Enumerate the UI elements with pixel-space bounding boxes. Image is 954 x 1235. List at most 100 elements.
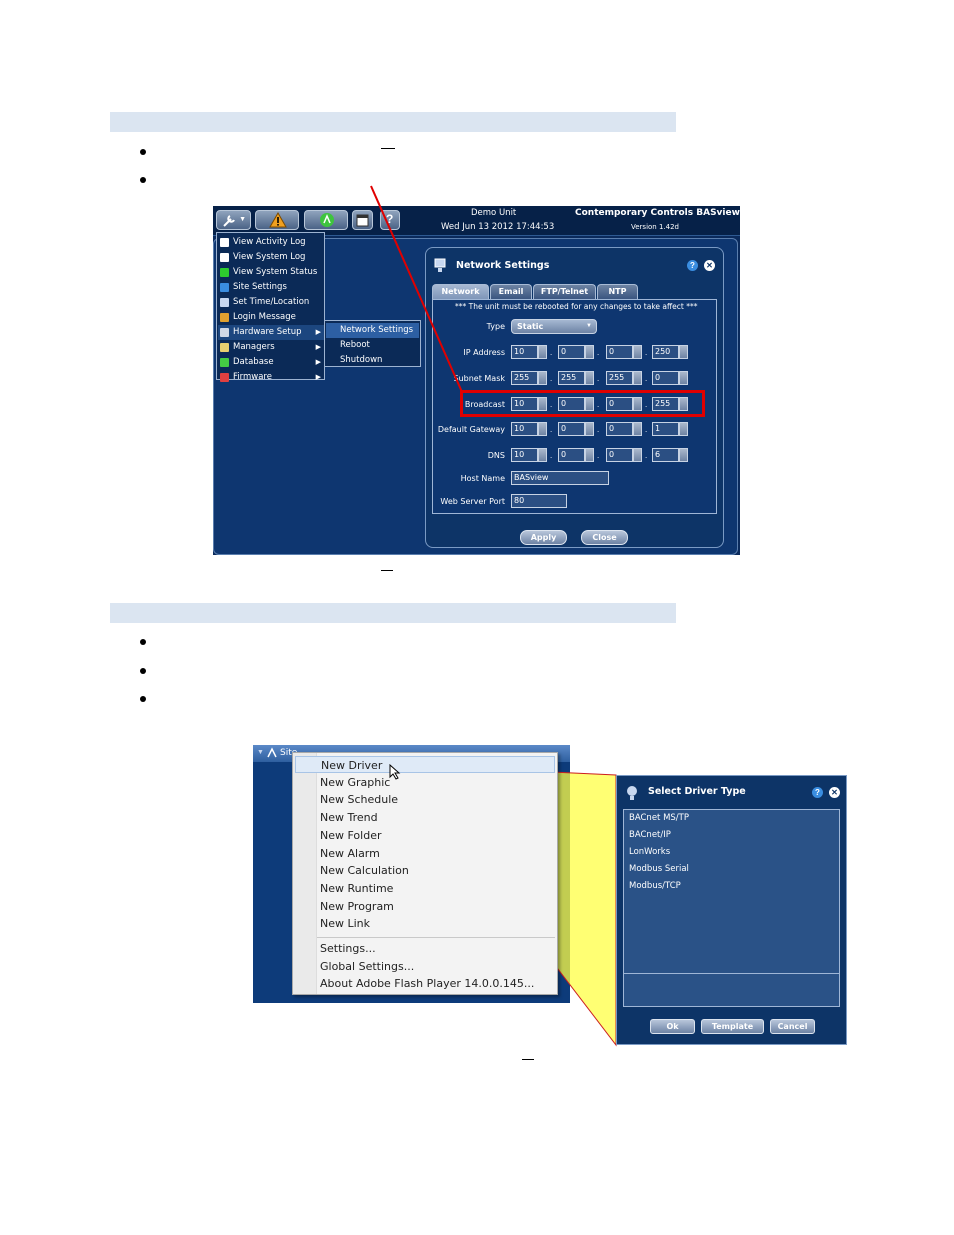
octet-stepper[interactable] bbox=[538, 371, 547, 385]
network-button[interactable] bbox=[304, 210, 348, 230]
tools-button[interactable]: ▼ bbox=[216, 210, 251, 230]
driver-type-option[interactable]: LonWorks bbox=[629, 847, 670, 857]
expand-icon[interactable]: ▼ bbox=[257, 749, 264, 756]
template-button[interactable]: Template bbox=[701, 1019, 764, 1034]
ip-row-label: Subnet Mask bbox=[453, 374, 505, 383]
tab-ntp[interactable]: NTP bbox=[597, 284, 638, 299]
context-menu-item[interactable]: New Schedule bbox=[295, 791, 555, 808]
tools-menu-item[interactable]: View System Log bbox=[218, 250, 324, 265]
help-icon[interactable]: ? bbox=[812, 787, 823, 798]
alarms-button[interactable] bbox=[255, 210, 299, 230]
octet-stepper[interactable] bbox=[633, 448, 642, 462]
octet-input[interactable]: 10 bbox=[511, 448, 538, 462]
calendar-button[interactable] bbox=[352, 210, 373, 230]
tools-menu-item[interactable]: View System Status bbox=[218, 265, 324, 280]
driver-type-option[interactable]: BACnet MS/TP bbox=[629, 813, 689, 823]
help-icon[interactable]: ? bbox=[687, 260, 698, 271]
context-menu-item[interactable]: About Adobe Flash Player 14.0.0.145... bbox=[295, 975, 555, 992]
submenu-shutdown[interactable]: Shutdown bbox=[326, 353, 419, 368]
octet-input[interactable]: 6 bbox=[652, 448, 679, 462]
broadcast-highlight-box bbox=[460, 390, 705, 417]
octet-stepper[interactable] bbox=[633, 422, 642, 436]
octet-stepper[interactable] bbox=[679, 422, 688, 436]
close-icon[interactable]: ✕ bbox=[829, 787, 840, 798]
tools-menu-item[interactable]: Managers ▶ bbox=[218, 340, 324, 355]
tools-menu-item[interactable]: Site Settings bbox=[218, 280, 324, 295]
tools-menu-item-label: Set Time/Location bbox=[233, 297, 310, 307]
octet-input[interactable]: 0 bbox=[606, 345, 633, 359]
type-select[interactable]: Static ▼ bbox=[511, 319, 597, 334]
context-menu-item[interactable]: New Folder bbox=[295, 827, 555, 844]
tools-menu-item[interactable]: Database ▶ bbox=[218, 355, 324, 370]
octet-stepper[interactable] bbox=[679, 448, 688, 462]
octet-stepper[interactable] bbox=[585, 448, 594, 462]
ok-button[interactable]: Ok bbox=[650, 1019, 695, 1034]
clock-icon bbox=[220, 298, 229, 307]
help-button[interactable]: ? bbox=[380, 210, 400, 230]
apply-button[interactable]: Apply bbox=[520, 530, 567, 545]
calendar-icon bbox=[356, 214, 369, 227]
tools-menu-item[interactable]: Login Message bbox=[218, 310, 324, 325]
octet-input[interactable]: 0 bbox=[558, 422, 585, 436]
tools-menu: View Activity Log View System Log View Sys… bbox=[216, 232, 325, 382]
octet-stepper[interactable] bbox=[633, 345, 642, 359]
site-icon bbox=[267, 747, 277, 758]
octet-stepper[interactable] bbox=[585, 345, 594, 359]
octet-stepper[interactable] bbox=[679, 371, 688, 385]
octet-input[interactable]: 0 bbox=[606, 422, 633, 436]
octet-input[interactable]: 0 bbox=[558, 448, 585, 462]
octet-stepper[interactable] bbox=[538, 448, 547, 462]
octet-input[interactable]: 0 bbox=[652, 371, 679, 385]
octet-separator: . bbox=[645, 425, 648, 434]
octet-separator: . bbox=[645, 451, 648, 460]
octet-stepper[interactable] bbox=[538, 345, 547, 359]
submenu-network-settings[interactable]: Network Settings bbox=[326, 323, 419, 338]
context-menu-item[interactable]: New Link bbox=[295, 915, 555, 932]
octet-stepper[interactable] bbox=[633, 371, 642, 385]
context-menu-item[interactable]: New Alarm bbox=[295, 845, 555, 862]
octet-input[interactable]: 0 bbox=[558, 345, 585, 359]
octet-stepper[interactable] bbox=[585, 371, 594, 385]
octet-input[interactable]: 1 bbox=[652, 422, 679, 436]
context-menu-item[interactable]: New Program bbox=[295, 898, 555, 915]
octet-input[interactable]: 255 bbox=[511, 371, 538, 385]
submenu-reboot[interactable]: Reboot bbox=[326, 338, 419, 353]
context-menu-item[interactable]: Settings... bbox=[295, 940, 555, 957]
driver-type-option[interactable]: BACnet/IP bbox=[629, 830, 671, 840]
tools-menu-item[interactable]: Hardware Setup ▶ bbox=[218, 325, 324, 340]
section-header-bar-1 bbox=[110, 112, 676, 132]
tools-menu-item[interactable]: Set Time/Location bbox=[218, 295, 324, 310]
context-menu-item[interactable]: New Driver bbox=[295, 756, 555, 773]
tools-menu-item[interactable]: View Activity Log bbox=[218, 235, 324, 250]
host-name-input[interactable]: BASview bbox=[511, 471, 609, 485]
reboot-notice: *** The unit must be rebooted for any ch… bbox=[455, 302, 698, 311]
section-header-bar-2 bbox=[110, 603, 676, 623]
octet-stepper[interactable] bbox=[538, 422, 547, 436]
octet-input[interactable]: 10 bbox=[511, 345, 538, 359]
octet-input[interactable]: 250 bbox=[652, 345, 679, 359]
tab-ftp-telnet[interactable]: FTP/Telnet bbox=[533, 284, 596, 299]
tab-network[interactable]: Network bbox=[432, 284, 489, 299]
cancel-button[interactable]: Cancel bbox=[770, 1019, 815, 1034]
octet-input[interactable]: 255 bbox=[606, 371, 633, 385]
context-menu-item[interactable]: New Trend bbox=[295, 809, 555, 826]
datetime: Wed Jun 13 2012 17:44:53 bbox=[441, 222, 555, 232]
type-select-value: Static bbox=[517, 322, 544, 331]
web-port-input[interactable]: 80 bbox=[511, 494, 567, 508]
context-menu-item[interactable]: Global Settings... bbox=[295, 958, 555, 975]
octet-stepper[interactable] bbox=[679, 345, 688, 359]
close-icon[interactable]: ✕ bbox=[704, 260, 715, 271]
tools-menu-item[interactable]: Firmware ▶ bbox=[218, 370, 324, 385]
octet-stepper[interactable] bbox=[585, 422, 594, 436]
context-menu-item[interactable]: New Graphic bbox=[295, 774, 555, 791]
warning-icon bbox=[269, 212, 287, 228]
octet-input[interactable]: 0 bbox=[606, 448, 633, 462]
close-button[interactable]: Close bbox=[581, 530, 628, 545]
context-menu-item[interactable]: New Runtime bbox=[295, 880, 555, 897]
octet-input[interactable]: 10 bbox=[511, 422, 538, 436]
driver-type-option[interactable]: Modbus Serial bbox=[629, 864, 689, 874]
tab-email[interactable]: Email bbox=[490, 284, 532, 299]
octet-input[interactable]: 255 bbox=[558, 371, 585, 385]
driver-type-option[interactable]: Modbus/TCP bbox=[629, 881, 681, 891]
context-menu-item[interactable]: New Calculation bbox=[295, 862, 555, 879]
